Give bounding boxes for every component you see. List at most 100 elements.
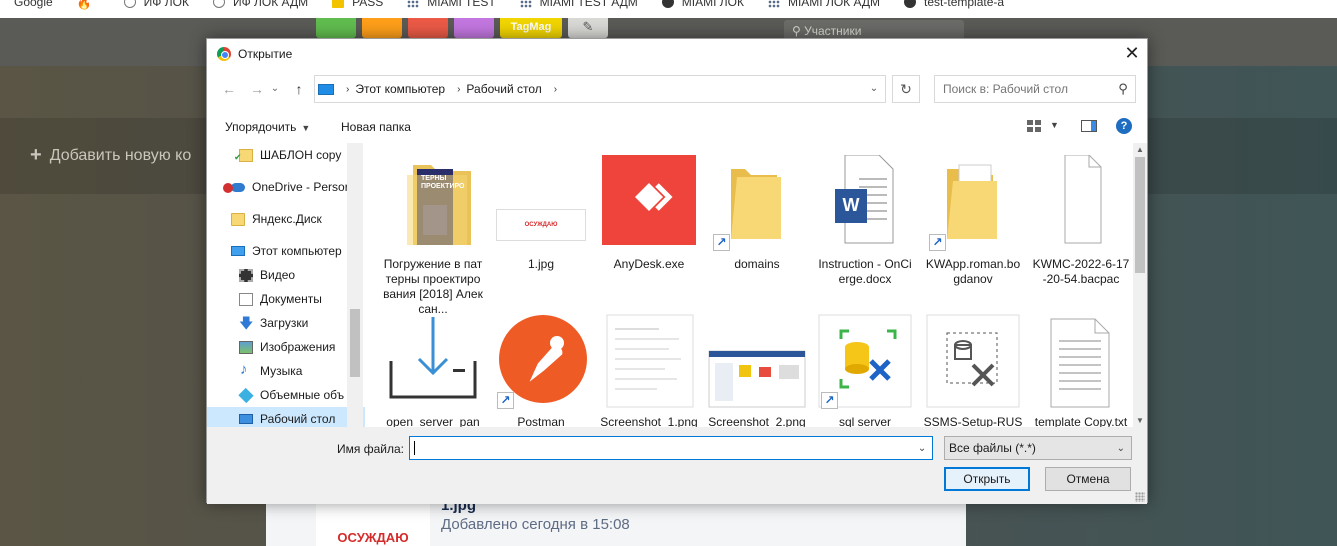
file-label: Screenshot_2.png	[708, 415, 806, 427]
navigation-pane-scrollbar[interactable]	[347, 143, 363, 427]
file-item[interactable]: ↗ Postman	[491, 313, 591, 427]
preview-pane-icon[interactable]	[1081, 120, 1097, 132]
nav-item-label: Изображения	[260, 340, 336, 354]
nav-item-music[interactable]: Музыка	[207, 359, 365, 383]
screenshot-thumb-icon	[599, 313, 699, 409]
file-item[interactable]: open_server_panel-5.4.3.setup	[383, 313, 483, 427]
nav-item-label: ШАБЛОН copy	[260, 148, 342, 162]
file-label: Instruction - OnCierge.docx	[818, 257, 912, 286]
file-name-combobox[interactable]: ⌄	[409, 436, 933, 460]
organize-button[interactable]: Упорядочить ▼	[225, 120, 310, 134]
forward-button[interactable]: →	[247, 78, 267, 100]
bookmark-miami-lok-adm[interactable]: MIAMI ЛОК АДМ	[767, 0, 880, 9]
file-item[interactable]: ↗ sql server	[815, 313, 915, 427]
add-card-button[interactable]: + Добавить новую ко	[30, 144, 191, 167]
refresh-button[interactable]: ↻	[892, 75, 920, 103]
help-icon[interactable]: ?	[1116, 118, 1132, 134]
new-folder-button[interactable]: Новая папка	[341, 120, 411, 134]
address-bar[interactable]: › Этот компьютер › Рабочий стол › ⌄	[314, 75, 886, 103]
file-list-scrollbar[interactable]: ▲ ▼	[1133, 143, 1147, 427]
file-label: AnyDesk.exe	[613, 257, 685, 271]
bookmark-miami-test-adm[interactable]: MIAMI TEST АДМ	[519, 0, 638, 9]
bookmark-test-template[interactable]: test-template-a	[904, 0, 1004, 9]
chevron-down-icon[interactable]: ⌄	[912, 443, 932, 454]
nav-item-documents[interactable]: Документы	[207, 287, 365, 311]
postman-icon: ↗	[491, 313, 591, 409]
attachment-thumbnail[interactable]: ОСУЖДАЮ	[316, 500, 430, 546]
chevron-down-icon[interactable]: ⌄	[863, 76, 885, 102]
scroll-down-icon[interactable]: ▼	[1133, 416, 1147, 425]
file-item[interactable]: AnyDesk.exe	[599, 149, 699, 272]
scroll-up-icon[interactable]: ▲	[1133, 145, 1147, 154]
label-red[interactable]	[408, 18, 448, 38]
bookmarks-bar: Google 🔥 ИФ ЛОК ИФ ЛОК АДМ PASS MIAMI TE…	[0, 0, 1337, 18]
file-name-input[interactable]	[414, 441, 913, 455]
file-type-value: Все файлы (*.*)	[949, 441, 1036, 455]
bookmark-miami-test[interactable]: MIAMI TEST	[407, 0, 496, 9]
file-item[interactable]: ТЕРНЫ ПРОЕКТИРО Погружение в паттерны пр…	[383, 155, 483, 317]
nav-item-label: Яндекс.Диск	[252, 212, 322, 226]
members-button[interactable]: ⚲ Участники	[784, 20, 964, 38]
file-item[interactable]: ОСУЖДАЮ 1.jpg	[491, 155, 591, 272]
bookmark-if-lok-adm[interactable]: ИФ ЛОК АДМ	[212, 0, 308, 9]
nav-item-label: OneDrive - Persor	[252, 180, 349, 194]
open-button[interactable]: Открыть	[944, 467, 1030, 491]
dialog-titlebar[interactable]: Открытие ✕	[207, 39, 1147, 69]
breadcrumb-this-pc[interactable]: Этот компьютер	[355, 82, 445, 96]
breadcrumb-desktop[interactable]: Рабочий стол	[466, 82, 541, 96]
nav-item-template-copy[interactable]: ШАБЛОН copy	[207, 143, 365, 167]
computer-icon	[318, 83, 334, 95]
open-file-dialog: Открытие ✕ ← → ⌄ ↑ › Этот компьютер › Ра…	[206, 38, 1148, 504]
chevron-right-icon: ›	[457, 83, 461, 95]
label-purple[interactable]	[454, 18, 494, 38]
back-button[interactable]: ←	[219, 78, 239, 100]
file-item[interactable]: Screenshot_2.png	[707, 313, 807, 427]
bookmark-miami-lok[interactable]: MIAMI ЛОК	[661, 0, 744, 9]
file-item[interactable]: ↗ KWApp.roman.bogdanov	[923, 155, 1023, 287]
resize-grip-icon[interactable]	[1135, 492, 1145, 502]
file-item[interactable]: W Instruction - OnCierge.docx	[815, 154, 915, 287]
nav-item-downloads[interactable]: Загрузки	[207, 311, 365, 337]
file-type-select[interactable]: Все файлы (*.*) ⌄	[944, 436, 1132, 460]
file-item[interactable]: Screenshot_1.png	[599, 313, 699, 427]
nav-item-3d-objects[interactable]: Объемные объ	[207, 383, 365, 407]
search-box[interactable]: ⚲	[934, 75, 1136, 103]
blank-file-icon	[1031, 154, 1131, 251]
nav-item-this-pc[interactable]: Этот компьютер	[207, 239, 365, 263]
label-green[interactable]	[316, 18, 356, 38]
search-input[interactable]	[943, 77, 1113, 101]
file-item[interactable]: KWMC-2022-6-17-20-54.bacpac	[1031, 154, 1131, 287]
bookmark-if-lok[interactable]: ИФ ЛОК	[123, 0, 189, 9]
label-orange[interactable]	[362, 18, 402, 38]
recent-locations-dropdown[interactable]: ⌄	[265, 78, 285, 100]
edit-labels-icon[interactable]: ✎	[568, 18, 608, 38]
cancel-button[interactable]: Отмена	[1045, 467, 1131, 491]
file-item[interactable]: template Copy.txt	[1031, 313, 1131, 427]
members-label: Участники	[804, 24, 862, 38]
nav-item-onedrive[interactable]: OneDrive - Persor	[207, 175, 365, 199]
label-tagmag[interactable]: TagMag	[500, 18, 562, 38]
file-item[interactable]: ↗ domains	[707, 155, 807, 272]
3d-objects-icon	[238, 387, 254, 403]
caret-down-icon[interactable]: ▼	[1050, 120, 1059, 130]
add-card-label: Добавить новую ко	[49, 146, 192, 164]
chevron-right-icon[interactable]: ›	[554, 84, 557, 95]
view-options-icon[interactable]	[1027, 120, 1041, 132]
bookmark-flame[interactable]: 🔥	[77, 0, 100, 10]
scrollbar-thumb[interactable]	[350, 309, 360, 377]
nav-item-pictures[interactable]: Изображения	[207, 335, 365, 359]
nav-item-video[interactable]: Видео	[207, 263, 365, 287]
up-button[interactable]: ↑	[289, 78, 309, 100]
folder-book-icon: ТЕРНЫ ПРОЕКТИРО	[383, 155, 483, 251]
sql-server-icon: ↗	[815, 313, 915, 409]
bookmark-label: MIAMI TEST	[427, 0, 496, 9]
nav-item-desktop[interactable]: Рабочий стол	[207, 407, 365, 427]
search-icon[interactable]: ⚲	[1113, 81, 1133, 97]
bookmark-pass[interactable]: PASS	[332, 0, 383, 9]
nav-item-yandex-disk[interactable]: Яндекс.Диск	[207, 207, 365, 231]
scrollbar-thumb[interactable]	[1135, 157, 1145, 273]
computer-icon	[231, 246, 245, 256]
file-item[interactable]: SSMS-Setup-RUS	[923, 313, 1023, 427]
close-button[interactable]: ✕	[1117, 39, 1147, 69]
bookmark-google[interactable]: Google	[14, 0, 53, 9]
